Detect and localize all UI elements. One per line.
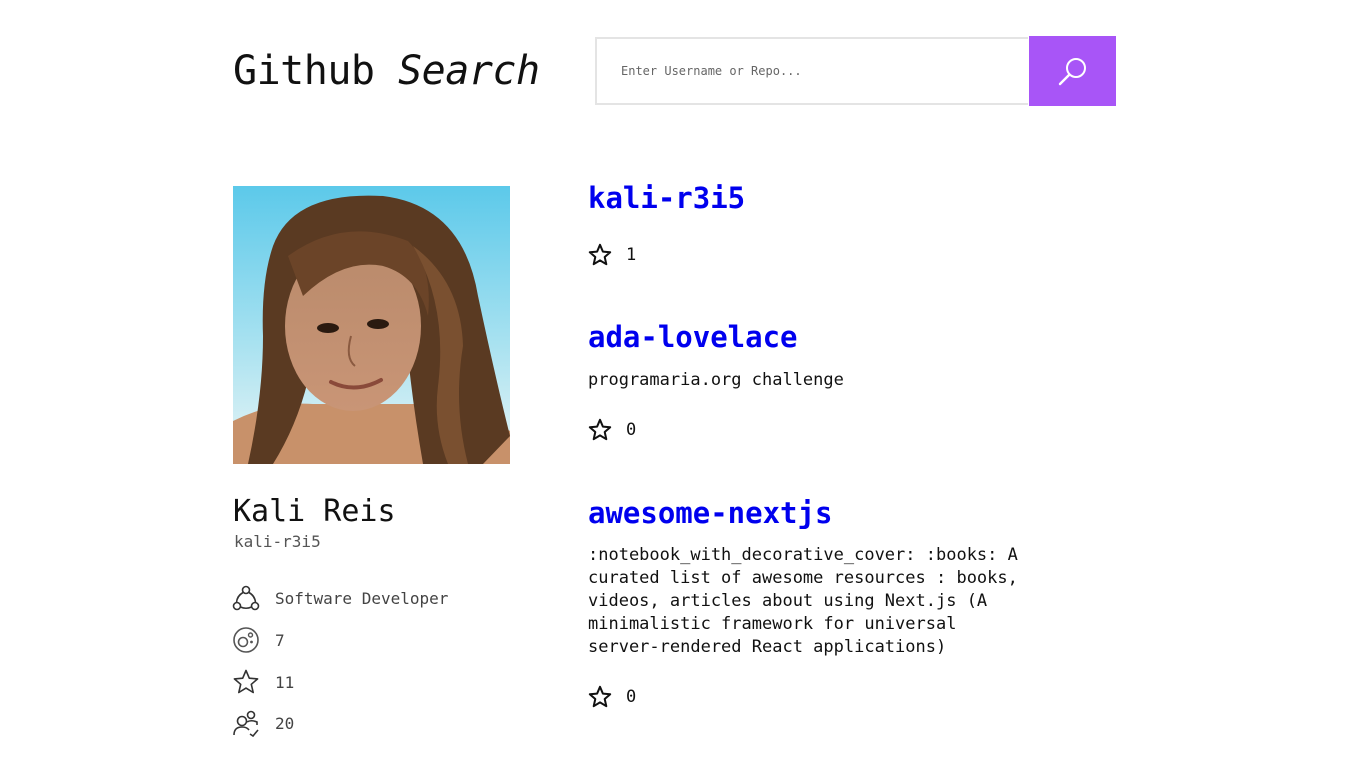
repo-name-link[interactable]: awesome-nextjs <box>588 495 1048 531</box>
search-icon <box>1057 55 1089 87</box>
profile-name: Kali Reis <box>233 494 396 529</box>
repo-stars: 1 <box>588 243 636 267</box>
repo-stars: 0 <box>588 685 636 709</box>
network-icon <box>232 584 260 612</box>
star-icon <box>588 243 612 267</box>
stat-followers-value: 20 <box>275 713 295 733</box>
repo-name-link[interactable]: kali-r3i5 <box>588 180 1048 216</box>
stat-repos-value: 7 <box>275 630 285 650</box>
followers-icon <box>232 709 260 737</box>
repo-star-count: 0 <box>626 687 637 707</box>
star-icon <box>588 418 612 442</box>
repo-star-count: 1 <box>626 245 637 265</box>
star-icon <box>588 685 612 709</box>
logo-main-text: Github <box>233 48 375 94</box>
repo-item: kali-r3i5 <box>588 180 1048 216</box>
stat-stars-value: 11 <box>275 672 295 692</box>
repo-stars: 0 <box>588 418 636 442</box>
repo-item: awesome-nextjs :notebook_with_decorative… <box>588 495 1048 659</box>
repo-name-link[interactable]: ada-lovelace <box>588 319 1048 355</box>
stat-bio-value: Software Developer <box>275 588 449 608</box>
stat-stars: 11 <box>232 668 294 696</box>
app-logo: Github Search <box>233 46 540 96</box>
repo-item: ada-lovelace programaria.org challenge <box>588 319 1048 392</box>
stat-followers: 20 <box>232 709 294 737</box>
logo-italic-text: Search <box>398 48 540 94</box>
avatar <box>233 186 510 464</box>
profile-login: kali-r3i5 <box>234 532 321 551</box>
repo-description: programaria.org challenge <box>588 370 844 390</box>
search-button[interactable] <box>1029 36 1116 106</box>
repo-star-count: 0 <box>626 420 637 440</box>
star-icon <box>232 668 260 696</box>
repo-description: :notebook_with_decorative_cover: :books:… <box>588 545 1018 657</box>
repo-icon <box>232 626 260 654</box>
search-input[interactable] <box>595 37 1028 105</box>
stat-repos: 7 <box>232 626 285 654</box>
stat-bio: Software Developer <box>232 584 448 612</box>
